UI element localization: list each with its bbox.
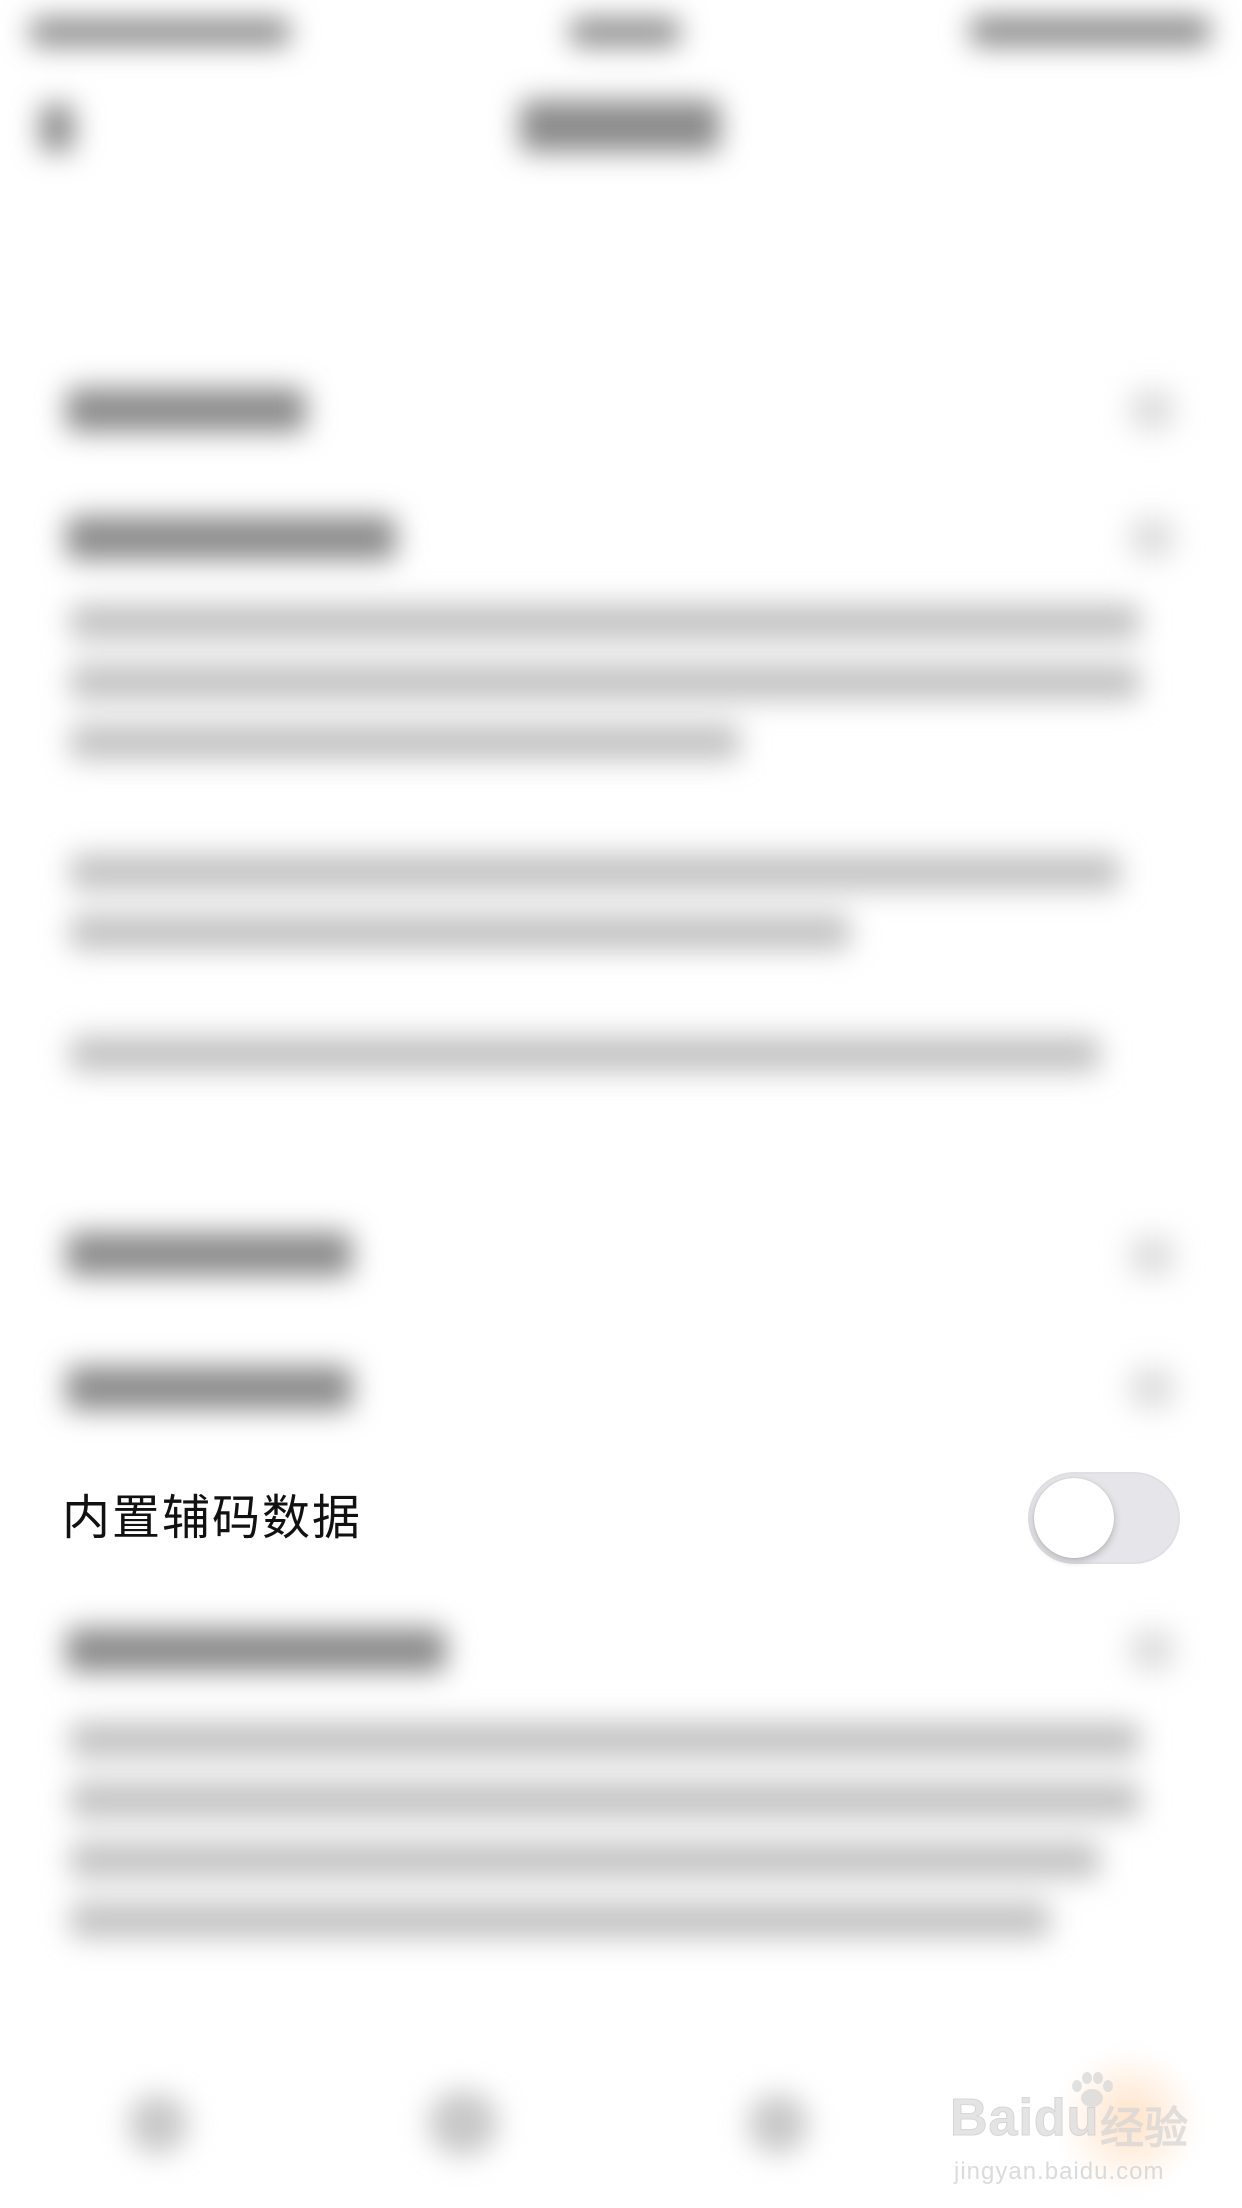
setting-row-builtin-code-data: 内置辅码数据 [0, 1452, 1242, 1584]
builtin-code-data-toggle[interactable] [1028, 1472, 1180, 1564]
setting-row-title [66, 516, 396, 560]
row-arrow [1130, 1368, 1174, 1408]
blurred-background [0, 0, 1242, 2208]
status-bar-left [30, 18, 290, 46]
tab-icon [128, 2094, 188, 2154]
tab-icon [748, 2094, 808, 2154]
description-line [70, 664, 1140, 700]
row-arrow [1130, 518, 1174, 558]
description-line [70, 604, 1140, 640]
setting-row-title [66, 1628, 446, 1672]
description-line [70, 1036, 1100, 1072]
description-line [70, 914, 850, 950]
setting-row-title [66, 1366, 352, 1410]
watermark-url: jingyan.baidu.com [954, 2158, 1165, 2185]
description-line [70, 1902, 1050, 1938]
row-arrow [1130, 390, 1174, 430]
watermark-brand: Baidu [950, 2089, 1100, 2148]
back-icon [40, 104, 74, 152]
setting-label: 内置辅码数据 [62, 1490, 363, 1546]
description-line [70, 1842, 1100, 1878]
page-title [520, 100, 720, 152]
description-line [70, 1782, 1140, 1818]
row-arrow [1130, 1236, 1174, 1276]
status-bar-center [570, 18, 680, 46]
description-line [70, 1722, 1140, 1758]
description-line [70, 854, 1120, 890]
setting-row-title [66, 1232, 352, 1276]
status-bar-right [970, 16, 1210, 46]
baidu-jingyan-watermark: Baidu 经验 jingyan.baidu.com [950, 2070, 1210, 2190]
row-arrow [1130, 1630, 1174, 1670]
setting-row-title [66, 388, 306, 432]
watermark-brand-cn: 经验 [1100, 2103, 1188, 2154]
toggle-knob [1034, 1478, 1114, 1558]
tab-icon [428, 2090, 498, 2156]
description-line [70, 724, 740, 760]
